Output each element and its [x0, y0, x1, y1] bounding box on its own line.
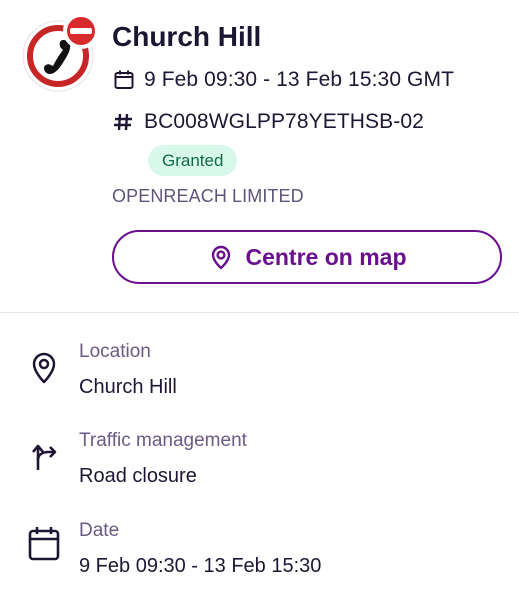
works-title: Church Hill — [112, 21, 262, 52]
date-detail: Date 9 Feb 09:30 - 13 Feb 15:30 — [0, 519, 519, 591]
traffic-management-value: Road closure — [79, 465, 197, 487]
location-value: Church Hill — [79, 376, 177, 398]
map-pin-icon — [207, 243, 235, 271]
works-reference: BC008WGLPP78YETHSB-02 — [144, 110, 424, 133]
location-detail: Location Church Hill — [0, 340, 519, 412]
date-value: 9 Feb 09:30 - 13 Feb 15:30 — [79, 555, 322, 577]
traffic-management-label: Traffic management — [79, 430, 247, 451]
section-divider — [0, 312, 519, 313]
works-dates: 9 Feb 09:30 - 13 Feb 15:30 GMT — [144, 68, 455, 91]
location-label: Location — [79, 341, 151, 362]
traffic-divert-icon — [24, 435, 64, 475]
promoter-name: OPENREACH LIMITED — [112, 186, 304, 206]
location-pin-icon — [24, 347, 64, 387]
road-closure-telecom-icon — [20, 12, 100, 92]
traffic-management-detail: Traffic management Road closure — [0, 429, 519, 501]
works-summary-card: Church Hill 9 Feb 09:30 - 13 Feb 15:30 G… — [0, 0, 519, 312]
hash-icon — [112, 106, 144, 138]
status-badge: Granted — [148, 145, 238, 176]
works-reference-row: BC008WGLPP78YETHSB-02 — [112, 106, 424, 138]
calendar-icon — [24, 524, 64, 564]
centre-on-map-button[interactable]: Centre on map — [112, 230, 502, 284]
calendar-icon — [112, 64, 144, 96]
works-dates-row: 9 Feb 09:30 - 13 Feb 15:30 GMT — [112, 64, 454, 96]
centre-on-map-label: Centre on map — [245, 244, 407, 270]
date-label: Date — [79, 520, 120, 541]
